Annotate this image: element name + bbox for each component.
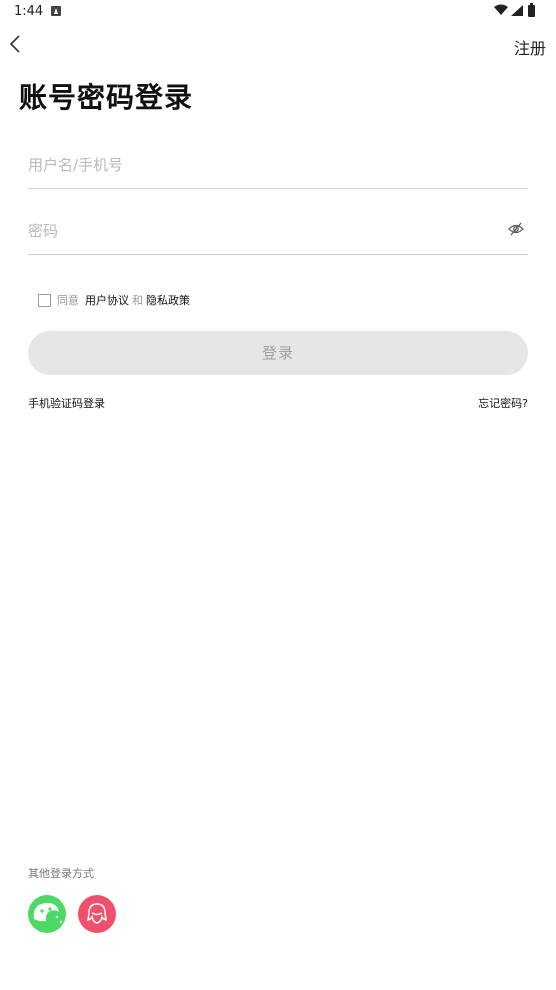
password-input[interactable] — [28, 216, 488, 246]
eye-off-icon[interactable] — [508, 222, 524, 236]
wechat-icon — [33, 902, 63, 924]
login-button[interactable]: 登录 — [28, 331, 528, 375]
username-field — [28, 144, 528, 189]
wifi-icon — [494, 4, 508, 15]
signal-icon — [511, 5, 523, 16]
agreement-checkbox[interactable] — [38, 293, 51, 307]
qq-login-button[interactable] — [78, 895, 116, 933]
battery-icon — [528, 3, 535, 17]
agreement-prefix: 同意 — [57, 294, 79, 307]
register-link[interactable]: 注册 — [514, 35, 546, 59]
back-arrow-icon[interactable] — [6, 34, 26, 54]
qq-icon — [87, 903, 107, 924]
status-indicators — [494, 3, 544, 18]
password-field — [28, 210, 528, 255]
wechat-login-button[interactable] — [28, 895, 66, 933]
sms-login-link[interactable]: 手机验证码登录 — [28, 395, 105, 411]
agreement-conjunction: 和 — [132, 294, 143, 307]
other-login-label: 其他登录方式 — [28, 867, 94, 880]
agreement-row: 同意 用户协议 和 隐私政策 — [38, 292, 190, 308]
username-input[interactable] — [28, 150, 488, 180]
privacy-policy-link[interactable]: 隐私政策 — [146, 292, 190, 308]
forgot-password-link[interactable]: 忘记密码? — [478, 395, 528, 411]
status-bar: 1:44 — [0, 0, 556, 24]
app-notification-icon — [51, 6, 61, 16]
status-time: 1:44 — [14, 4, 44, 19]
user-agreement-link[interactable]: 用户协议 — [85, 292, 129, 308]
page-title: 账号密码登录 — [19, 81, 194, 114]
